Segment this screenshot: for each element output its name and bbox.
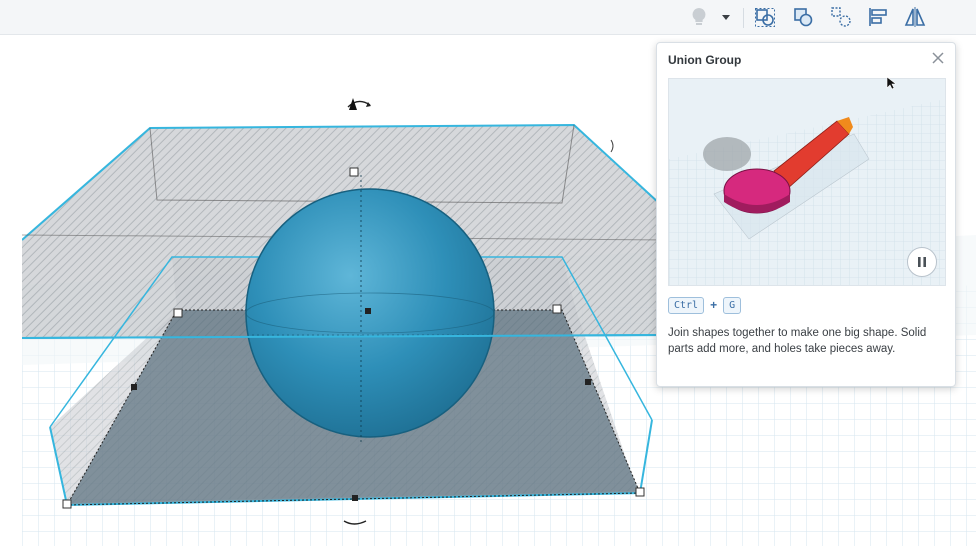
shortcut-key-ctrl: Ctrl: [668, 296, 705, 314]
side-handle-front[interactable]: [352, 495, 358, 501]
shortcut-plus: +: [710, 298, 718, 312]
tooltip-title: Union Group: [668, 53, 742, 67]
union-group-icon[interactable]: [788, 2, 818, 32]
lift-cone-icon[interactable]: [349, 98, 357, 110]
mirror-icon[interactable]: [900, 2, 930, 32]
group-icon[interactable]: [750, 2, 780, 32]
dropdown-caret-icon[interactable]: [716, 2, 736, 32]
align-icon[interactable]: [863, 2, 893, 32]
side-handle-right[interactable]: [585, 379, 591, 385]
side-handle-left[interactable]: [131, 384, 137, 390]
keyboard-shortcut: Ctrl + G: [668, 295, 742, 315]
shortcut-key-g: G: [723, 296, 742, 314]
pause-icon[interactable]: [907, 247, 937, 277]
close-icon[interactable]: [929, 49, 947, 67]
center-handle[interactable]: [365, 308, 371, 314]
union-group-tooltip: Union Group Ctrl + G Join shapes togethe…: [656, 42, 956, 387]
corner-handle-back-left[interactable]: [173, 308, 183, 318]
mouse-cursor-icon: [886, 76, 896, 90]
corner-handle-front-right[interactable]: [635, 487, 645, 497]
corner-handle-back-right[interactable]: [552, 304, 562, 314]
top-handle[interactable]: [349, 167, 359, 177]
corner-handle-front-left[interactable]: [62, 499, 72, 509]
tooltip-description: Join shapes together to make one big sha…: [668, 327, 927, 355]
light-bulb-icon[interactable]: [684, 2, 714, 32]
toolbar-divider: [743, 8, 744, 28]
rotate-arrow-side-icon[interactable]: [610, 139, 614, 153]
toolbar: [0, 0, 976, 35]
tooltip-preview-image: [668, 78, 946, 286]
ungroup-icon[interactable]: [826, 2, 856, 32]
